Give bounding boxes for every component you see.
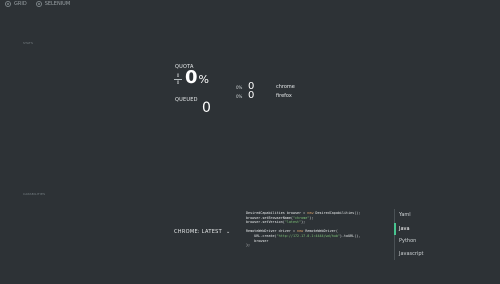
quota-percent: 0% <box>185 69 209 89</box>
chevron-down-icon: ⌄ <box>225 229 231 235</box>
tab-python[interactable]: Python <box>399 238 416 244</box>
code-line-7: ); <box>246 243 251 248</box>
browser-name: chrome <box>276 84 295 90</box>
code-snippet: DesiredCapabilities browser = new Desire… <box>246 211 360 248</box>
code-line-1: DesiredCapabilities browser = new Desire… <box>246 211 361 215</box>
language-tabs: Yaml Java Python Javascript <box>394 209 425 260</box>
browser-percent: 0% <box>236 93 243 99</box>
top-nav: GRID SELENIUM <box>5 1 70 7</box>
code-line-4: RemoteWebDriver driver = new RemoteWebDr… <box>246 229 338 234</box>
queued-label: QUEUED <box>175 97 198 103</box>
nav-item-selenium-label: SELENIUM <box>44 1 71 7</box>
quota-total: 0 <box>176 80 180 85</box>
quota-used: 0 <box>176 73 180 78</box>
browser-name: firefox <box>276 93 292 99</box>
tab-javascript[interactable]: Javascript <box>399 251 424 257</box>
nav-item-grid[interactable]: GRID <box>5 1 27 7</box>
code-line-3: browser.setVersion("latest"); <box>246 220 306 225</box>
queued-value: 0 <box>202 100 211 116</box>
quota-percent-value: 0 <box>185 67 198 88</box>
browser-row-firefox: 0% 0 firefox <box>236 91 292 101</box>
tab-java[interactable]: Java <box>399 226 410 232</box>
browser-version-select[interactable]: CHROME: LATEST ⌄ <box>174 229 230 235</box>
nav-item-grid-label: GRID <box>14 1 27 7</box>
grid-icon <box>5 1 11 7</box>
code-line-5: URL.create("http://172.17.0.1:4444/wd/hu… <box>246 233 361 238</box>
capabilities-section-label: CAPABILITIES <box>23 192 46 196</box>
browser-percent: 0% <box>236 84 243 90</box>
code-line-2: browser.setBrowserName("chrome"); <box>246 215 314 220</box>
stats-section-label: STATS <box>23 41 34 45</box>
tab-yaml[interactable]: Yaml <box>399 212 411 218</box>
quota-fraction: 0 0 <box>174 74 182 85</box>
browser-count: 0 <box>248 90 255 101</box>
nav-item-selenium[interactable]: SELENIUM <box>35 1 71 7</box>
selenium-icon <box>35 1 42 7</box>
quota-percent-sign: % <box>198 73 209 86</box>
code-line-6: browser <box>246 238 269 243</box>
active-tab-indicator <box>394 223 396 235</box>
browser-version-label: CHROME: LATEST <box>174 229 222 235</box>
